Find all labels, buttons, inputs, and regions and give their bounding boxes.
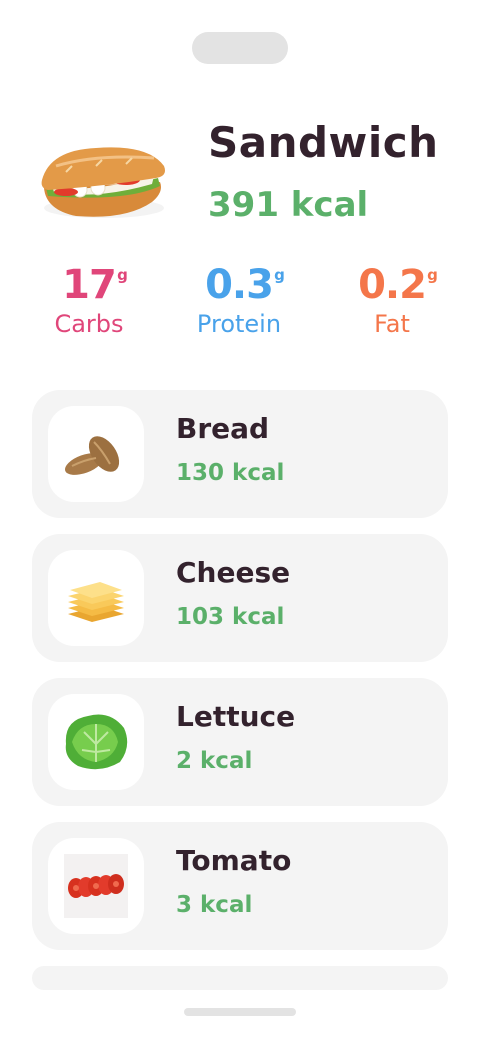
- ingredient-name: Cheese: [176, 556, 291, 589]
- cheese-icon: [48, 550, 144, 646]
- macro-carbs: 17 g Carbs: [14, 262, 164, 338]
- meal-title: Sandwich: [208, 118, 439, 167]
- ingredient-name: Bread: [176, 412, 270, 445]
- fat-label: Fat: [374, 310, 410, 338]
- meal-kcal: 391 kcal: [208, 185, 369, 225]
- macro-fat: 0.2 g Fat: [317, 262, 467, 338]
- home-indicator[interactable]: [184, 1008, 296, 1016]
- bread-icon: [48, 406, 144, 502]
- ingredient-card-lettuce[interactable]: Lettuce 2 kcal: [32, 678, 448, 806]
- ingredient-card-tomato[interactable]: Tomato 3 kcal: [32, 822, 448, 950]
- carbs-label: Carbs: [54, 310, 124, 338]
- carbs-unit: g: [117, 266, 128, 284]
- ingredient-kcal: 130 kcal: [176, 460, 285, 486]
- ingredient-kcal: 103 kcal: [176, 604, 285, 630]
- protein-value: 0.3: [205, 262, 274, 308]
- protein-label: Protein: [196, 310, 282, 338]
- fat-unit: g: [427, 266, 438, 284]
- ingredient-card-cheese[interactable]: Cheese 103 kcal: [32, 534, 448, 662]
- macro-protein: 0.3 g Protein: [164, 262, 314, 338]
- drag-handle-top[interactable]: [192, 32, 288, 64]
- ingredient-kcal: 2 kcal: [176, 748, 253, 774]
- ingredient-name: Tomato: [176, 844, 292, 877]
- ingredient-card-bread[interactable]: Bread 130 kcal: [32, 390, 448, 518]
- ingredient-kcal: 3 kcal: [176, 892, 253, 918]
- ingredient-name: Lettuce: [176, 700, 296, 733]
- lettuce-icon: [48, 694, 144, 790]
- tomato-icon: [48, 838, 144, 934]
- fat-value: 0.2: [358, 262, 427, 308]
- carbs-value: 17: [62, 262, 117, 308]
- ingredient-card-partial[interactable]: [32, 966, 448, 990]
- sandwich-icon: [36, 136, 172, 232]
- protein-unit: g: [274, 266, 285, 284]
